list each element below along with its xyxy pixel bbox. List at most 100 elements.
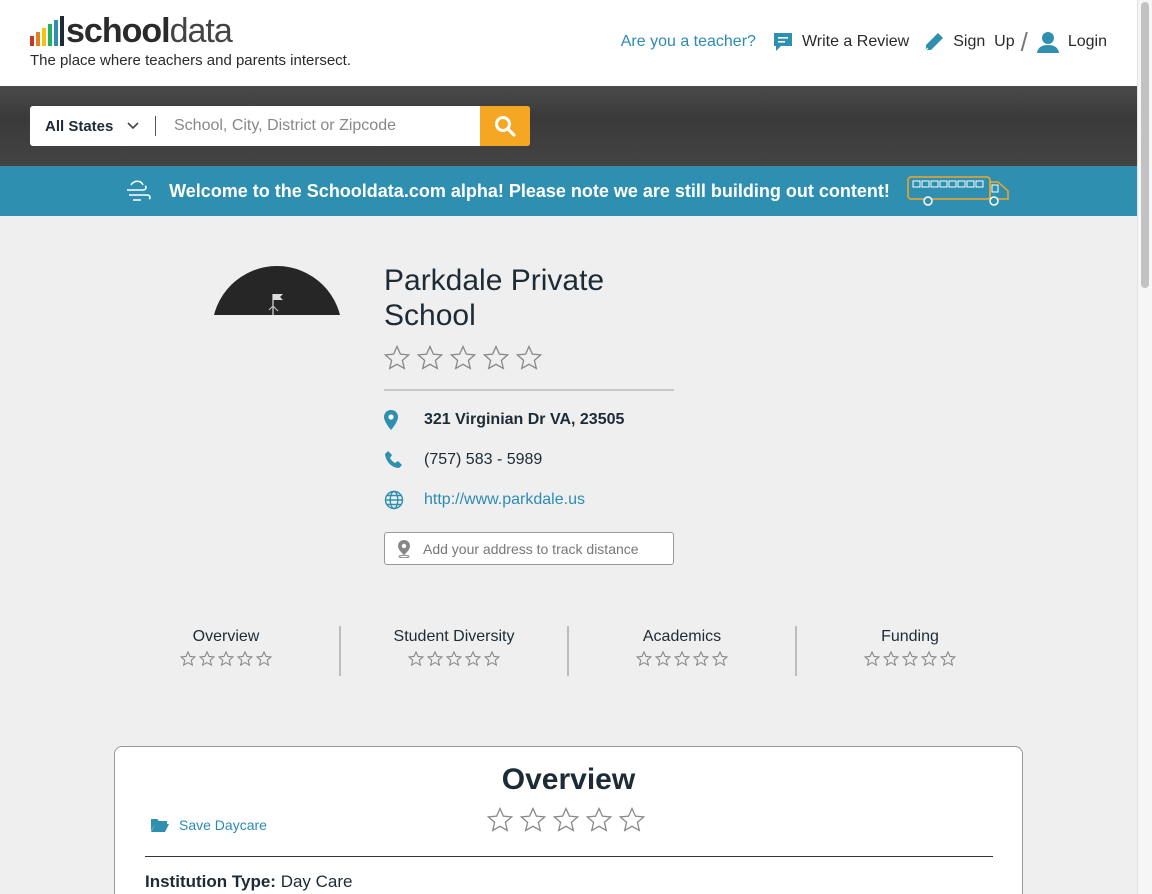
school-name: Parkdale Private School: [384, 264, 605, 332]
star-icon: [427, 651, 443, 666]
star-icon: [693, 651, 709, 666]
star-icon[interactable]: [487, 807, 513, 832]
star-icon: [712, 651, 728, 666]
star-icon: [218, 651, 234, 666]
user-icon: [1036, 32, 1059, 53]
category-academics[interactable]: Academics: [569, 626, 797, 676]
logo-text-light: data: [169, 12, 233, 50]
star-icon: [180, 651, 196, 666]
star-icon: [940, 651, 956, 666]
track-distance-field[interactable]: Add your address to track distance: [384, 532, 674, 565]
state-select-value: All States: [45, 117, 114, 135]
star-icon[interactable]: [516, 345, 542, 370]
welcome-banner: Welcome to the Schooldata.com alpha! Ple…: [0, 166, 1137, 216]
star-icon: [237, 651, 253, 666]
overview-rating-stars[interactable]: [487, 807, 645, 832]
tagline: The place where teachers and parents int…: [30, 52, 352, 69]
category-label: Funding: [881, 628, 939, 645]
search-button[interactable]: [480, 106, 530, 146]
institution-type-label: Institution Type:: [145, 872, 276, 891]
profile-divider: [384, 389, 674, 391]
wind-icon: [127, 180, 151, 201]
institution-type-row: Institution Type: Day Care: [145, 872, 353, 892]
overview-divider: [145, 856, 993, 857]
institution-type-value: Day Care: [280, 872, 353, 891]
website-row: http://www.parkdale.us: [384, 490, 585, 510]
address-row: 321 Virginian Dr VA, 23505: [384, 410, 624, 430]
track-distance-placeholder: Add your address to track distance: [423, 540, 639, 557]
search-input[interactable]: [156, 106, 480, 146]
category-stars: [113, 651, 339, 666]
search-icon: [495, 116, 516, 137]
top-nav: Are you a teacher? Write a Review Sign U…: [621, 27, 1107, 57]
star-icon: [883, 651, 899, 666]
category-ratings: Overview Student Diversity Academics Fun…: [113, 626, 1023, 676]
star-icon: [446, 651, 462, 666]
save-daycare-button[interactable]: Save Daycare: [150, 817, 267, 833]
schooldata-logo[interactable]: schooldata: [30, 12, 233, 50]
star-icon: [902, 651, 918, 666]
star-icon: [864, 651, 880, 666]
globe-icon: [384, 490, 404, 510]
category-funding[interactable]: Funding: [797, 626, 1023, 676]
star-icon: [674, 651, 690, 666]
search-box: All States: [30, 106, 530, 146]
school-address: 321 Virginian Dr VA, 23505: [424, 411, 625, 428]
write-review-link[interactable]: Write a Review: [772, 31, 909, 53]
star-icon: [256, 651, 272, 666]
comment-icon: [773, 33, 792, 51]
star-icon[interactable]: [483, 345, 509, 370]
category-student-diversity[interactable]: Student Diversity: [341, 626, 569, 676]
star-icon: [636, 651, 652, 666]
star-icon[interactable]: [586, 807, 612, 832]
star-icon: [484, 651, 500, 666]
school-logo: [212, 266, 342, 315]
star-icon[interactable]: [619, 807, 645, 832]
overview-card: Overview Save Daycare Institution Type: …: [114, 746, 1023, 894]
star-icon: [408, 651, 424, 666]
login-label: Login: [1067, 33, 1107, 50]
sign-up-label: Sign Up: [953, 33, 1015, 50]
star-icon: [199, 651, 215, 666]
flag-emblem-icon: [268, 294, 283, 315]
star-icon: [921, 651, 937, 666]
phone-row: (757) 583 - 5989: [384, 450, 542, 470]
chevron-down-icon: [127, 122, 139, 130]
search-band: All States: [0, 86, 1137, 166]
banner-message: Welcome to the Schooldata.com alpha! Ple…: [169, 180, 890, 201]
category-stars: [797, 651, 1023, 666]
sign-up-link[interactable]: Sign Up: [923, 31, 1015, 53]
star-icon[interactable]: [417, 345, 443, 370]
star-icon: [465, 651, 481, 666]
star-icon: [655, 651, 671, 666]
school-bus-icon: [907, 176, 1009, 206]
write-review-label: Write a Review: [801, 33, 910, 50]
category-label: Student Diversity: [393, 628, 515, 645]
star-icon[interactable]: [520, 807, 546, 832]
category-label: Overview: [192, 628, 260, 645]
school-website-link[interactable]: http://www.parkdale.us: [424, 491, 585, 509]
location-marker-icon: [398, 539, 410, 558]
state-select[interactable]: All States: [30, 106, 155, 146]
star-icon[interactable]: [384, 345, 410, 370]
page-scrollbar[interactable]: [1137, 0, 1152, 894]
category-stars: [569, 651, 795, 666]
star-icon[interactable]: [450, 345, 476, 370]
folder-open-icon: [151, 819, 169, 832]
school-rating-stars[interactable]: [384, 345, 542, 370]
map-pin-icon: [384, 410, 398, 430]
teacher-link[interactable]: Are you a teacher?: [621, 33, 756, 51]
login-link[interactable]: Login: [1036, 31, 1107, 53]
phone-icon: [385, 451, 402, 468]
save-daycare-label: Save Daycare: [179, 817, 267, 833]
logo-text-bold: school: [66, 12, 171, 50]
category-label: Academics: [642, 628, 722, 645]
category-stars: [341, 651, 567, 666]
overview-title: Overview: [501, 763, 636, 796]
star-icon[interactable]: [553, 807, 579, 832]
pencil-icon: [925, 33, 944, 51]
scrollbar-thumb[interactable]: [1141, 2, 1149, 288]
logo-bars-icon: [30, 16, 64, 48]
school-phone[interactable]: (757) 583 - 5989: [424, 451, 542, 469]
category-overview[interactable]: Overview: [113, 626, 341, 676]
